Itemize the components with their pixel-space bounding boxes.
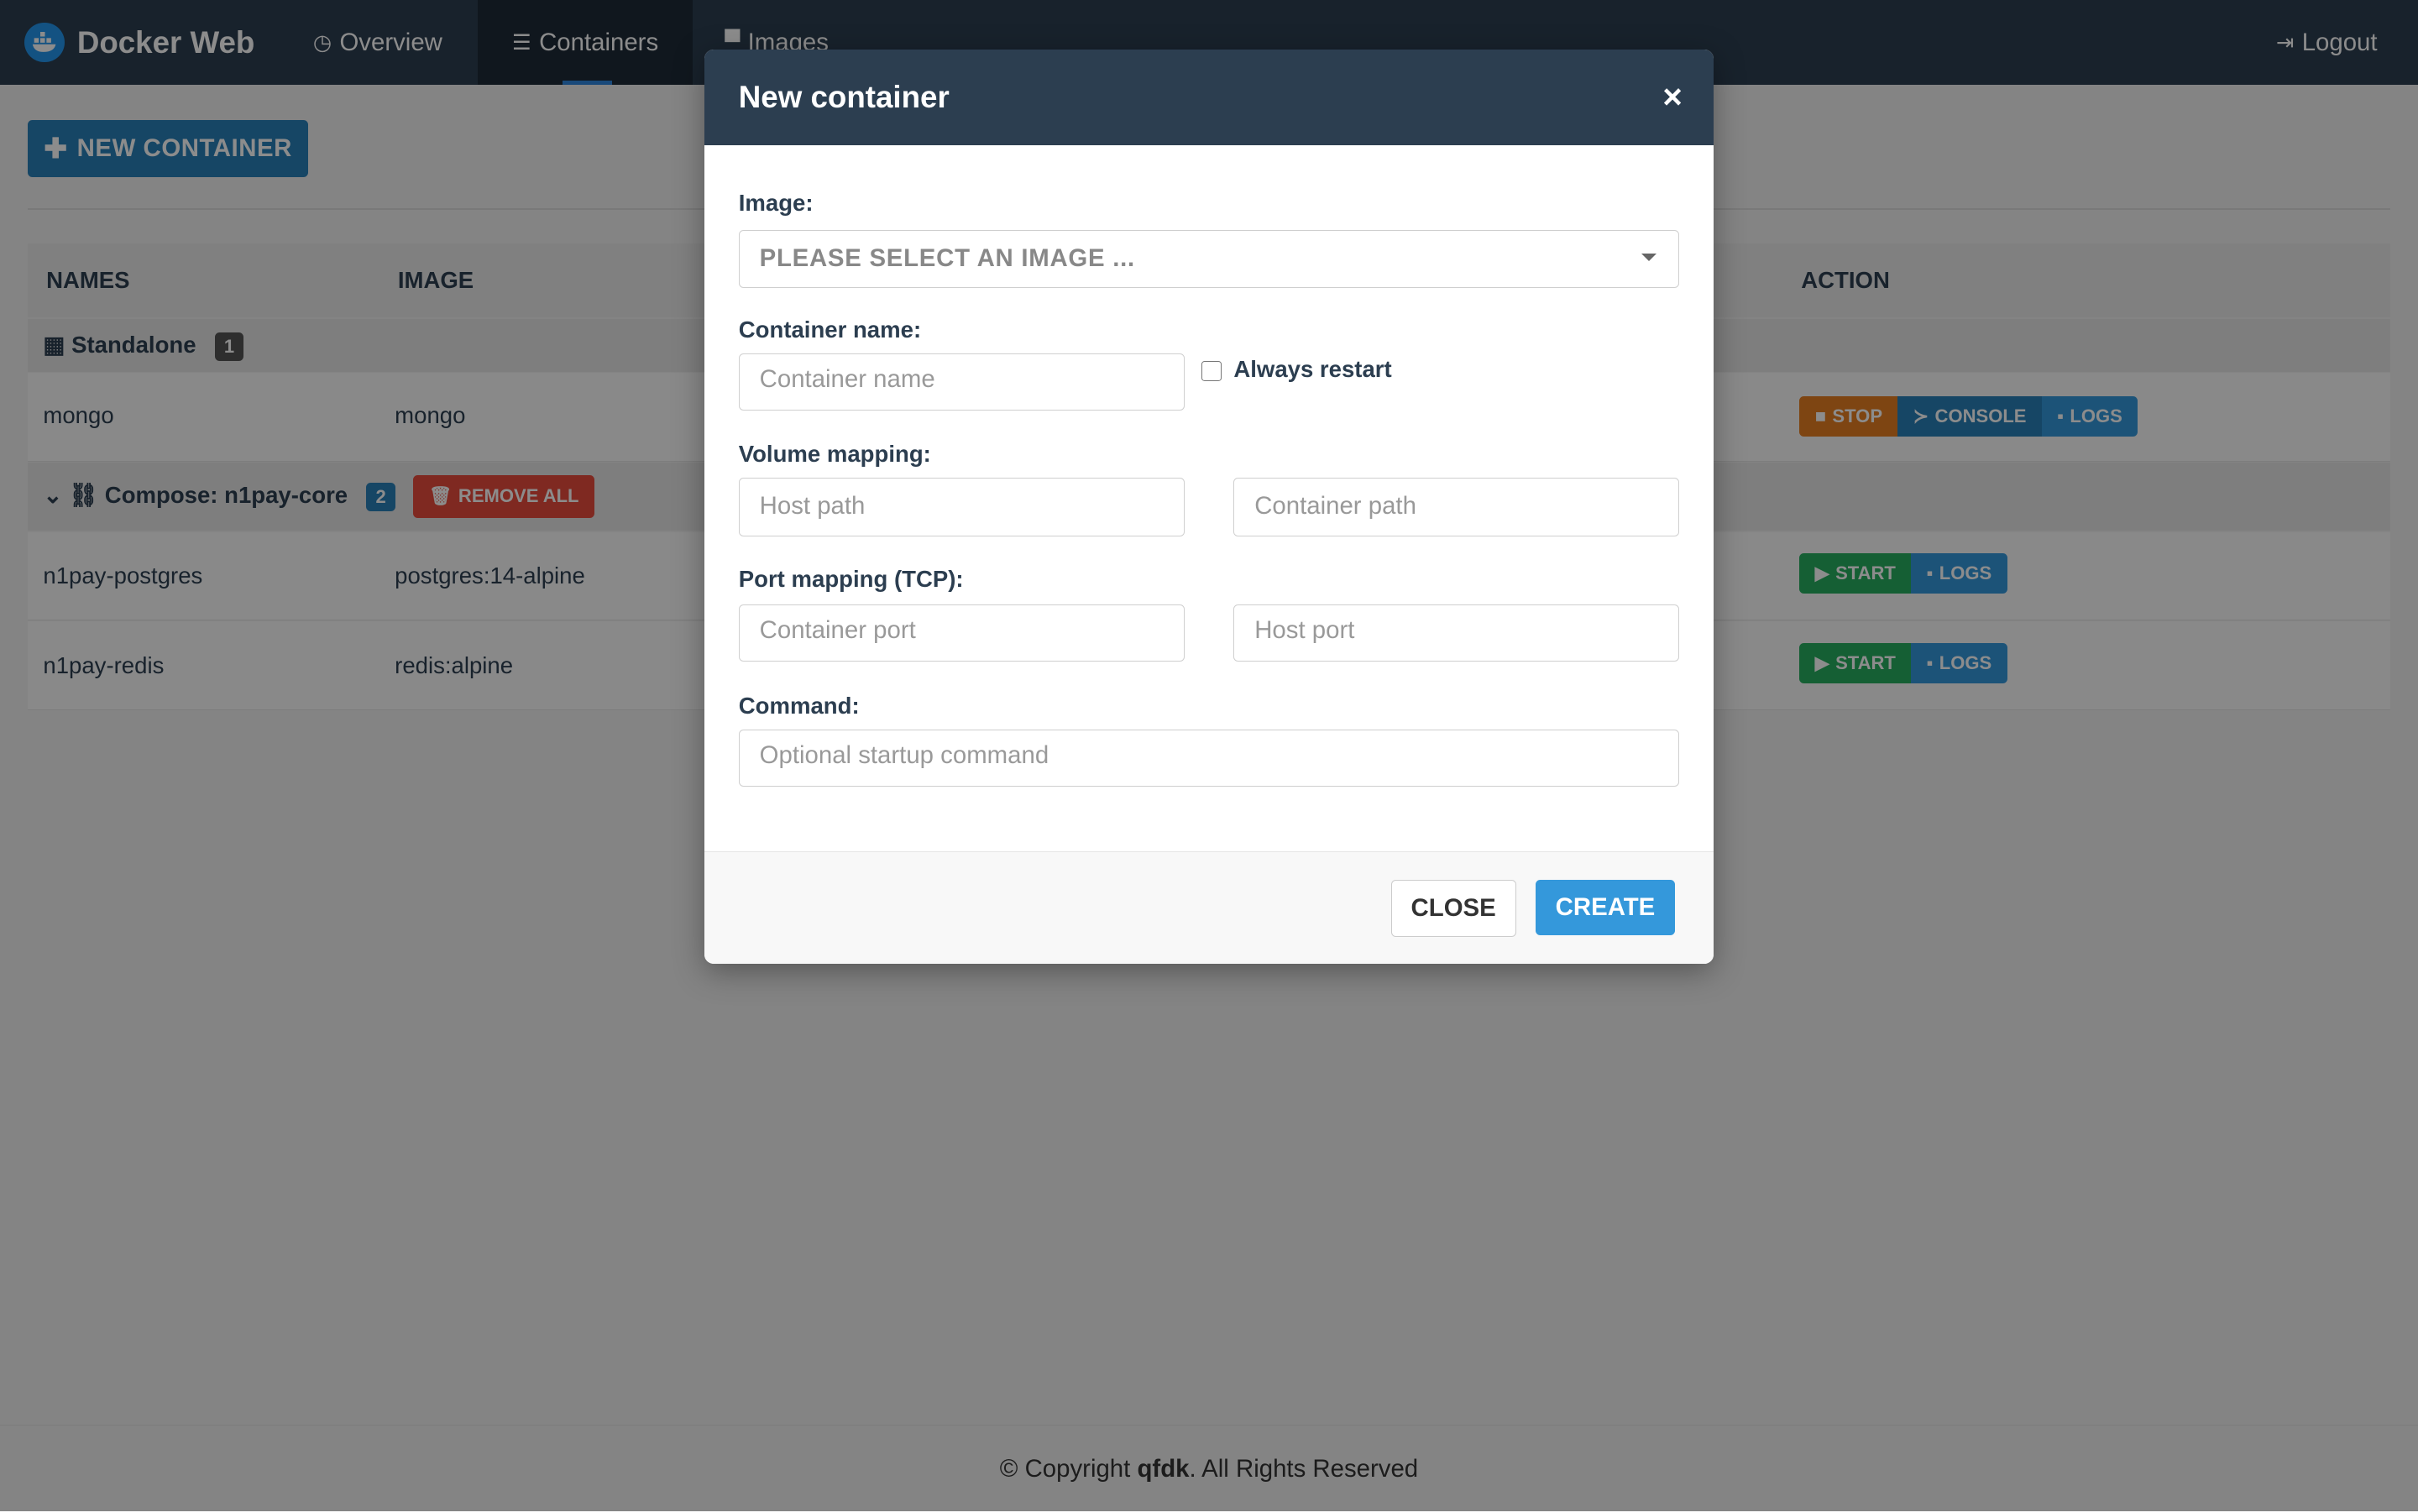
modal-header: New container × (704, 49, 1714, 145)
image-label: Image: (738, 189, 814, 216)
command-placeholder: Optional startup command (759, 740, 1049, 769)
command-input[interactable]: Optional startup command (738, 729, 1680, 787)
modal-footer: CLOSE CREATE (704, 850, 1714, 964)
close-icon[interactable]: × (1662, 50, 1683, 145)
command-label: Command: (738, 692, 860, 719)
create-button-label: CREATE (1555, 892, 1656, 921)
new-container-dialog: New container × Image: PLEASE SELECT AN … (704, 49, 1714, 964)
port-mapping-label: Port mapping (TCP): (738, 566, 964, 593)
modal-title: New container (738, 79, 950, 114)
always-restart-checkbox[interactable] (1201, 360, 1222, 381)
container-name-input[interactable]: Container name (738, 353, 1185, 411)
create-button[interactable]: CREATE (1536, 879, 1675, 935)
container-path-placeholder: Container path (1254, 492, 1416, 521)
host-port-input[interactable]: Host port (1233, 604, 1680, 662)
close-button-label: CLOSE (1410, 893, 1496, 922)
image-select[interactable]: PLEASE SELECT AN IMAGE ... (738, 229, 1680, 289)
host-path-input[interactable]: Host path (738, 478, 1185, 537)
container-name-label: Container name: (738, 316, 922, 343)
host-path-placeholder: Host path (759, 492, 866, 521)
caret-down-icon (1641, 254, 1657, 262)
container-path-input[interactable]: Container path (1233, 478, 1680, 537)
volume-mapping-label: Volume mapping: (738, 441, 931, 468)
always-restart-label[interactable]: Always restart (1233, 356, 1391, 383)
container-name-placeholder: Container name (759, 364, 935, 393)
close-button[interactable]: CLOSE (1390, 879, 1516, 937)
image-select-value: PLEASE SELECT AN IMAGE ... (759, 243, 1135, 272)
container-port-placeholder: Container port (759, 615, 916, 644)
host-port-placeholder: Host port (1254, 615, 1355, 644)
container-port-input[interactable]: Container port (738, 604, 1185, 662)
